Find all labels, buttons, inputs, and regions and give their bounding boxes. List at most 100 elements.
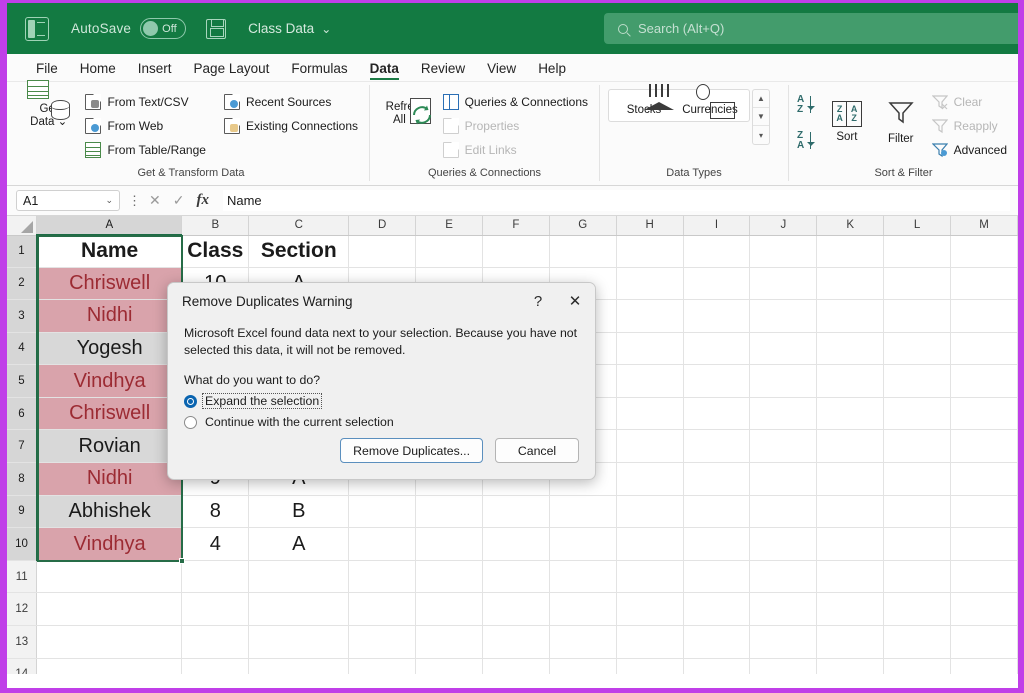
help-icon[interactable]: ? bbox=[521, 293, 555, 310]
cell-A7[interactable]: Rovian bbox=[36, 429, 183, 464]
cell-L13[interactable] bbox=[883, 625, 951, 659]
cell-I14[interactable] bbox=[683, 658, 751, 674]
cell-G11[interactable] bbox=[549, 560, 617, 594]
cell-M10[interactable] bbox=[950, 527, 1018, 561]
cell-D9[interactable] bbox=[348, 495, 417, 529]
cell-L5[interactable] bbox=[883, 364, 951, 398]
cell-G1[interactable] bbox=[549, 235, 617, 268]
cell-D14[interactable] bbox=[348, 658, 417, 674]
tab-data[interactable]: Data bbox=[359, 61, 410, 81]
cell-D11[interactable] bbox=[348, 560, 417, 594]
column-header-K[interactable]: K bbox=[816, 216, 885, 236]
cell-I1[interactable] bbox=[683, 235, 751, 268]
row-header-10[interactable]: 10 bbox=[7, 527, 38, 561]
column-header-C[interactable]: C bbox=[248, 216, 350, 236]
column-header-J[interactable]: J bbox=[749, 216, 818, 236]
sort-descending-button[interactable]: ZA bbox=[797, 129, 821, 159]
confirm-entry-icon[interactable]: ✓ bbox=[173, 192, 185, 209]
scroll-up-icon[interactable]: ▲ bbox=[753, 90, 769, 108]
cell-I13[interactable] bbox=[683, 625, 751, 659]
cell-M14[interactable] bbox=[950, 658, 1018, 674]
cell-D1[interactable] bbox=[348, 235, 417, 268]
save-icon[interactable] bbox=[206, 18, 227, 39]
cell-A5[interactable]: Vindhya bbox=[36, 364, 183, 398]
cell-C11[interactable] bbox=[248, 560, 350, 594]
cell-F13[interactable] bbox=[482, 625, 550, 659]
cell-H13[interactable] bbox=[616, 625, 684, 659]
cell-I3[interactable] bbox=[683, 299, 751, 333]
cell-H3[interactable] bbox=[616, 299, 684, 333]
tab-review[interactable]: Review bbox=[410, 61, 476, 81]
existing-connections-button[interactable]: Existing Connections bbox=[221, 115, 361, 136]
cell-E10[interactable] bbox=[415, 527, 483, 561]
row-header-8[interactable]: 8 bbox=[7, 462, 38, 496]
cell-H5[interactable] bbox=[616, 364, 684, 398]
search-input[interactable]: Search (Alt+Q) bbox=[604, 13, 1018, 44]
close-icon[interactable]: ✕ bbox=[555, 292, 595, 310]
cell-F10[interactable] bbox=[482, 527, 550, 561]
column-header-E[interactable]: E bbox=[415, 216, 483, 236]
cell-A6[interactable]: Chriswell bbox=[36, 397, 183, 431]
cell-K1[interactable] bbox=[816, 235, 885, 268]
from-table-range-button[interactable]: From Table/Range bbox=[82, 139, 209, 160]
cell-M3[interactable] bbox=[950, 299, 1018, 333]
stocks-button[interactable]: Stocks bbox=[613, 84, 675, 117]
radio-button-expand-selection[interactable] bbox=[184, 394, 197, 408]
cell-A2[interactable]: Chriswell bbox=[36, 267, 183, 301]
cell-L6[interactable] bbox=[883, 397, 951, 431]
cell-D10[interactable] bbox=[348, 527, 417, 561]
cell-M1[interactable] bbox=[950, 235, 1018, 268]
tab-view[interactable]: View bbox=[476, 61, 527, 81]
cell-K9[interactable] bbox=[816, 495, 885, 529]
cell-J12[interactable] bbox=[749, 592, 818, 627]
cell-I6[interactable] bbox=[683, 397, 751, 431]
row-header-4[interactable]: 4 bbox=[7, 332, 38, 366]
row-header-11[interactable]: 11 bbox=[7, 560, 38, 594]
cell-K4[interactable] bbox=[816, 332, 885, 366]
cell-G9[interactable] bbox=[549, 495, 617, 529]
cell-H10[interactable] bbox=[616, 527, 684, 561]
insert-function-icon[interactable]: fx bbox=[196, 192, 209, 209]
cell-F1[interactable] bbox=[482, 235, 550, 268]
cell-J14[interactable] bbox=[749, 658, 818, 674]
cell-H2[interactable] bbox=[616, 267, 684, 301]
queries-connections-button[interactable]: Queries & Connections bbox=[440, 91, 591, 112]
cell-A13[interactable] bbox=[36, 625, 183, 659]
tab-page-layout[interactable]: Page Layout bbox=[183, 61, 281, 81]
cell-K7[interactable] bbox=[816, 429, 885, 464]
cell-J11[interactable] bbox=[749, 560, 818, 594]
column-header-H[interactable]: H bbox=[616, 216, 684, 236]
cell-I8[interactable] bbox=[683, 462, 751, 496]
cell-M9[interactable] bbox=[950, 495, 1018, 529]
cell-H4[interactable] bbox=[616, 332, 684, 366]
cell-M4[interactable] bbox=[950, 332, 1018, 366]
cell-C12[interactable] bbox=[248, 592, 350, 627]
cell-F9[interactable] bbox=[482, 495, 550, 529]
recent-sources-button[interactable]: Recent Sources bbox=[221, 91, 361, 112]
cell-B9[interactable]: 8 bbox=[181, 495, 250, 529]
cell-K2[interactable] bbox=[816, 267, 885, 301]
cell-E13[interactable] bbox=[415, 625, 483, 659]
from-web-button[interactable]: From Web bbox=[82, 115, 209, 136]
cell-J1[interactable] bbox=[749, 235, 818, 268]
row-header-12[interactable]: 12 bbox=[7, 592, 38, 627]
cell-M11[interactable] bbox=[950, 560, 1018, 594]
cell-H12[interactable] bbox=[616, 592, 684, 627]
cell-M6[interactable] bbox=[950, 397, 1018, 431]
column-header-D[interactable]: D bbox=[348, 216, 417, 236]
cell-H14[interactable] bbox=[616, 658, 684, 674]
select-all-corner[interactable] bbox=[7, 216, 38, 236]
cell-L7[interactable] bbox=[883, 429, 951, 464]
cell-J4[interactable] bbox=[749, 332, 818, 366]
cell-I2[interactable] bbox=[683, 267, 751, 301]
cell-I10[interactable] bbox=[683, 527, 751, 561]
radio-option-expand-selection[interactable]: Expand the selection bbox=[184, 393, 579, 409]
cell-L9[interactable] bbox=[883, 495, 951, 529]
cell-L12[interactable] bbox=[883, 592, 951, 627]
cell-F11[interactable] bbox=[482, 560, 550, 594]
cell-I4[interactable] bbox=[683, 332, 751, 366]
row-header-3[interactable]: 3 bbox=[7, 299, 38, 333]
cell-M2[interactable] bbox=[950, 267, 1018, 301]
column-header-F[interactable]: F bbox=[482, 216, 550, 236]
cell-K13[interactable] bbox=[816, 625, 885, 659]
